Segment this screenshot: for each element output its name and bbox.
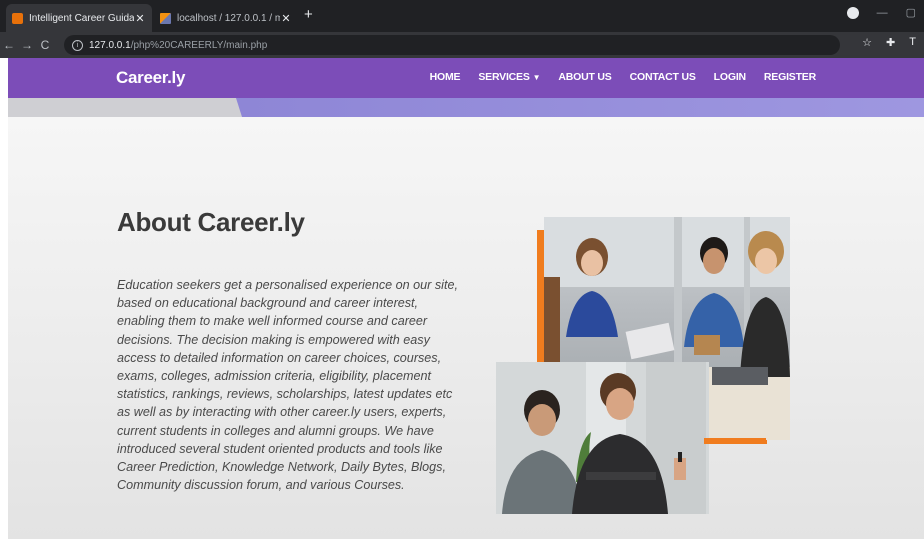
tab-title: localhost / 127.0.0.1 / my_db / u xyxy=(177,12,280,24)
nav-register[interactable]: REGISTER xyxy=(764,71,816,83)
chevron-down-icon: ▼ xyxy=(532,73,541,82)
about-description: Education seekers get a personalised exp… xyxy=(117,278,458,493)
browser-tab-bar: Intelligent Career Guidance ✕ localhost … xyxy=(0,0,924,32)
browser-tab-inactive[interactable]: localhost / 127.0.0.1 / my_db / u ✕ xyxy=(154,4,298,32)
browser-tab-active[interactable]: Intelligent Career Guidance ✕ xyxy=(6,4,152,32)
extensions-icon[interactable]: ✚ xyxy=(886,36,895,49)
office-discussion-photo xyxy=(496,362,709,514)
profile-icon[interactable] xyxy=(846,6,859,19)
reload-icon[interactable]: C xyxy=(36,38,54,52)
nav-services[interactable]: SERVICES ▼ xyxy=(478,71,540,83)
browser-toolbar: ← → C i 127.0.0.1/php%20CAREERLY/main.ph… xyxy=(0,32,924,58)
back-icon[interactable]: ← xyxy=(0,38,18,52)
minimize-icon[interactable]: — xyxy=(877,7,888,19)
site-navbar: Career.ly HOME SERVICES ▼ ABOUT US CONTAC… xyxy=(8,58,924,98)
bookmark-star-icon[interactable]: ☆ xyxy=(862,36,872,49)
nav-login[interactable]: LOGIN xyxy=(714,71,746,83)
office-discussion-illustration xyxy=(496,362,709,514)
close-tab-icon[interactable]: ✕ xyxy=(280,12,292,25)
new-tab-icon[interactable]: + xyxy=(304,6,313,23)
toolbar-right: ☆ ✚ T xyxy=(862,36,916,49)
window-controls: — ▢ xyxy=(846,6,916,19)
nav-services-label: SERVICES xyxy=(478,71,530,83)
tab-title: Intelligent Career Guidance xyxy=(29,12,134,24)
about-title: About Career.ly xyxy=(117,207,305,237)
nav-menu: HOME SERVICES ▼ ABOUT US CONTACT US LOGIN… xyxy=(430,71,817,83)
banner-accent xyxy=(236,98,924,117)
url-text: 127.0.0.1/php%20CAREERLY/main.php xyxy=(89,40,267,51)
profile-initial[interactable]: T xyxy=(909,36,916,49)
photo-accent-bar xyxy=(704,438,766,444)
site-logo[interactable]: Career.ly xyxy=(116,68,185,88)
site-favicon-icon xyxy=(12,12,23,24)
url-path: /php%20CAREERLY/main.php xyxy=(130,39,268,51)
address-bar[interactable]: i 127.0.0.1/php%20CAREERLY/main.php xyxy=(64,35,840,55)
close-tab-icon[interactable]: ✕ xyxy=(134,12,146,25)
url-host: 127.0.0.1 xyxy=(89,39,131,51)
phpmyadmin-favicon-icon xyxy=(160,12,171,24)
nav-contact-us[interactable]: CONTACT US xyxy=(630,71,696,83)
forward-icon[interactable]: → xyxy=(18,38,36,52)
nav-home[interactable]: HOME xyxy=(430,71,461,83)
nav-about-us[interactable]: ABOUT US xyxy=(558,71,611,83)
info-icon[interactable]: i xyxy=(72,39,83,51)
maximize-icon[interactable]: ▢ xyxy=(906,6,916,19)
